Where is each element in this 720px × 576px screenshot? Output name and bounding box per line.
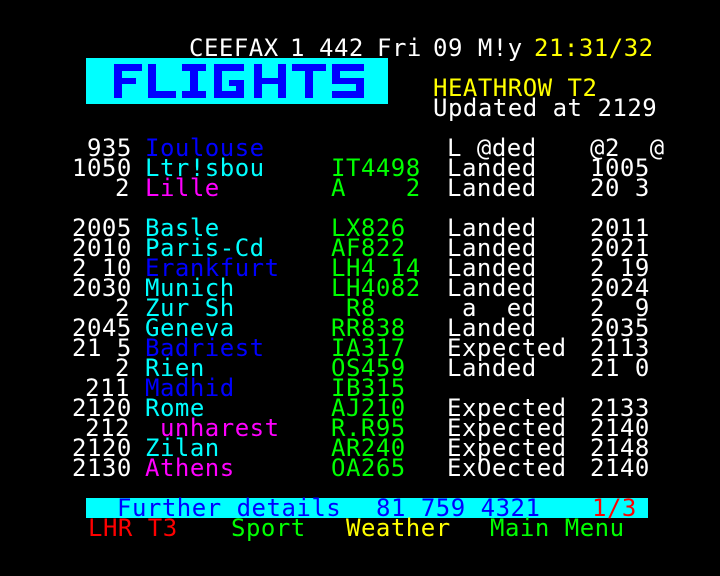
service-name: CEEFAX bbox=[189, 34, 279, 62]
actual-time: 21 0 bbox=[590, 354, 650, 382]
destination-city: Lille bbox=[145, 174, 220, 202]
page-number: 442 bbox=[319, 34, 364, 62]
day-label: Fri bbox=[377, 34, 422, 62]
flights-banner-graphic bbox=[114, 64, 364, 98]
flight-status: ExOected bbox=[447, 454, 567, 482]
actual-time: 2140 bbox=[590, 454, 650, 482]
flights-banner bbox=[86, 58, 388, 104]
date-label: 09 M!y bbox=[433, 34, 523, 62]
destination-city: Athens bbox=[145, 454, 235, 482]
clock: 21:31/32 bbox=[534, 34, 654, 62]
scheduled-time: 2 bbox=[115, 174, 130, 202]
flight-number: A 2 bbox=[331, 174, 421, 202]
flight-status: Landed bbox=[447, 354, 537, 382]
fastext-green-link[interactable]: Sport bbox=[231, 516, 306, 540]
fastext-cyan-link[interactable]: Main Menu bbox=[490, 516, 625, 540]
channel-number: 1 bbox=[290, 34, 305, 62]
scheduled-time: 2130 bbox=[72, 454, 132, 482]
updated-time: Updated at 2129 bbox=[433, 94, 658, 122]
flight-number: OA265 bbox=[331, 454, 406, 482]
fastext-yellow-link[interactable]: Weather bbox=[346, 516, 451, 540]
fastext-red-link[interactable]: LHR T3 bbox=[88, 516, 178, 540]
flight-status: Landed bbox=[447, 174, 537, 202]
actual-time: 20 3 bbox=[590, 174, 650, 202]
